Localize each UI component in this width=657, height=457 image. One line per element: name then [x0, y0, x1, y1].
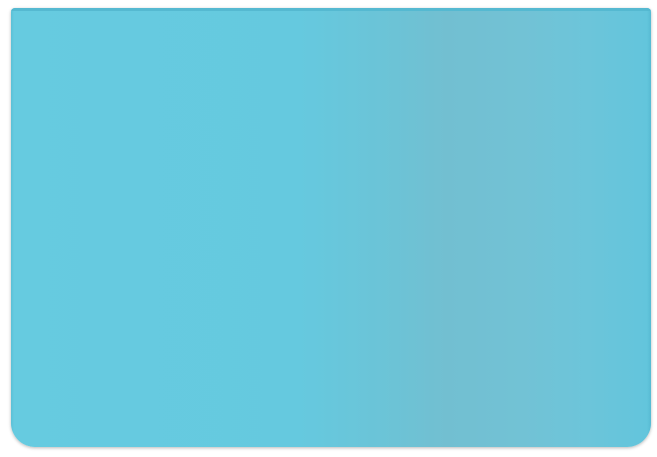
panel-top-edge: [11, 8, 651, 11]
panel-right-edge: [647, 8, 651, 447]
blank-panel: [11, 8, 651, 447]
screen: [0, 0, 657, 457]
panel-left-edge: [11, 8, 14, 447]
